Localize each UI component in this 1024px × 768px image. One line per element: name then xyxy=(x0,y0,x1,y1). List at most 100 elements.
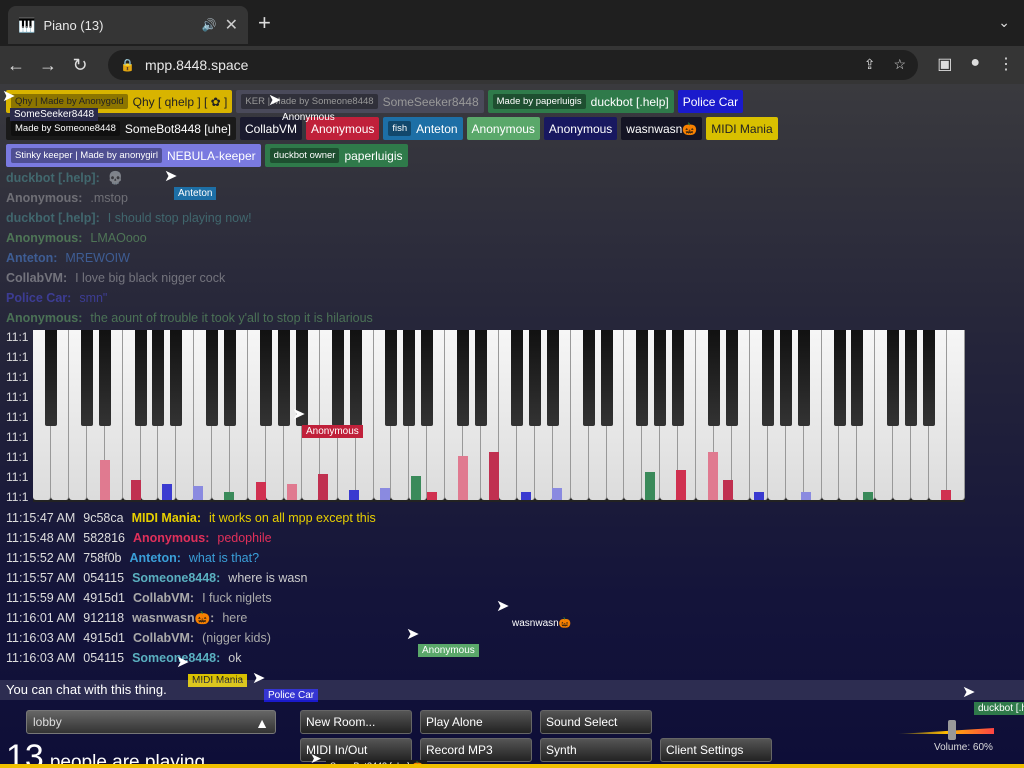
user-badge[interactable]: Anonymous xyxy=(466,117,540,140)
chat-nick: CollabVM: xyxy=(6,271,68,285)
black-key[interactable] xyxy=(708,330,721,426)
user-badge[interactable]: duckbot owner paperluigis xyxy=(264,144,408,167)
sidebar-icon[interactable]: ▣ xyxy=(937,54,952,74)
speaker-icon[interactable]: 🔊 xyxy=(202,18,217,32)
black-key[interactable] xyxy=(80,330,93,426)
chat-nick: Anteton: xyxy=(129,551,181,565)
user-name: duckbot [.help] xyxy=(590,94,669,109)
black-key[interactable] xyxy=(44,330,57,426)
user-badge[interactable]: Police Car xyxy=(677,90,744,113)
note-indicator xyxy=(754,492,765,500)
user-badge[interactable]: wasnwasn🎃 xyxy=(621,117,703,140)
user-row: Stinky keeper | Made by anonygirl NEBULA-… xyxy=(6,144,1016,167)
browser-tab[interactable]: 🎹 Piano (13) 🔊 ✕ xyxy=(8,6,248,44)
profile-icon[interactable]: ● xyxy=(970,54,980,74)
forward-icon[interactable]: → xyxy=(32,55,64,76)
chat-message: duckbot [.help]: 💀 xyxy=(6,168,1006,188)
black-key[interactable] xyxy=(260,330,272,426)
note-indicator xyxy=(411,476,422,500)
black-key[interactable] xyxy=(887,330,900,426)
volume-slider[interactable]: Volume: 60% xyxy=(898,720,998,754)
black-key[interactable] xyxy=(385,330,398,426)
volume-knob[interactable] xyxy=(948,720,956,740)
lock-icon[interactable]: 🔒 xyxy=(120,58,135,72)
cursor-icon: ➤ xyxy=(2,88,16,105)
user-badge[interactable]: Anonymous xyxy=(543,117,618,140)
black-key[interactable] xyxy=(582,330,595,426)
black-key[interactable] xyxy=(528,330,541,426)
chat-message: Anteton: MREWOIW xyxy=(6,248,1006,268)
chat-nick: Anonymous: xyxy=(6,311,83,325)
black-key[interactable] xyxy=(636,330,649,426)
note-indicator xyxy=(458,456,469,500)
sound-select-button[interactable]: Sound Select xyxy=(540,710,652,734)
user-badge[interactable]: fish Anteton xyxy=(383,117,463,140)
chat-text: I fuck niglets xyxy=(202,591,272,605)
black-key[interactable] xyxy=(349,330,362,426)
play-alone-button[interactable]: Play Alone xyxy=(420,710,532,734)
star-icon[interactable]: ☆ xyxy=(893,56,906,73)
obscured-time: 11:1 xyxy=(6,430,29,444)
new-room-button[interactable]: New Room... xyxy=(300,710,412,734)
black-key[interactable] xyxy=(600,330,613,426)
cursor-icon: ➤ xyxy=(292,406,306,423)
chevron-down-icon[interactable]: ⌄ xyxy=(998,14,1010,31)
black-key[interactable] xyxy=(726,330,738,426)
share-icon[interactable]: ⇪ xyxy=(864,56,876,73)
reload-icon[interactable]: ↻ xyxy=(64,55,96,76)
black-key[interactable] xyxy=(457,330,470,426)
cursor-label: Anonymous xyxy=(418,644,479,657)
cursor-label: Anteton xyxy=(174,187,217,200)
black-key[interactable] xyxy=(475,330,488,426)
black-key[interactable] xyxy=(797,330,810,426)
black-key[interactable] xyxy=(134,330,147,426)
black-key[interactable] xyxy=(152,330,165,426)
black-key[interactable] xyxy=(833,330,846,426)
user-badge[interactable]: Stinky keeper | Made by anonygirl NEBULA-… xyxy=(6,144,261,167)
user-name: wasnwasn🎃 xyxy=(626,121,698,136)
chat-input[interactable]: You can chat with this thing. xyxy=(0,680,1024,700)
black-key[interactable] xyxy=(761,330,774,426)
black-key[interactable] xyxy=(905,330,918,426)
chat-nick: Police Car: xyxy=(6,291,72,305)
new-tab-icon[interactable]: + xyxy=(258,12,271,34)
back-icon[interactable]: ← xyxy=(0,55,32,76)
client-settings-button[interactable]: Client Settings xyxy=(660,738,772,762)
user-badge[interactable]: MIDI Mania xyxy=(706,117,778,140)
black-key[interactable] xyxy=(331,330,344,426)
chat-text: MREWOIW xyxy=(65,251,130,265)
triangle-up-icon[interactable]: ▲ xyxy=(255,712,269,734)
menu-icon[interactable]: ⋮ xyxy=(998,54,1014,74)
user-name: MIDI Mania xyxy=(711,121,773,136)
room-selector[interactable]: lobby ▲ xyxy=(26,710,276,734)
black-key[interactable] xyxy=(672,330,685,426)
white-key[interactable] xyxy=(947,330,965,500)
black-key[interactable] xyxy=(206,330,219,426)
black-key[interactable] xyxy=(654,330,667,426)
black-key[interactable] xyxy=(779,330,792,426)
black-key[interactable] xyxy=(277,330,290,426)
synth-button[interactable]: Synth xyxy=(540,738,652,762)
close-icon[interactable]: ✕ xyxy=(225,15,238,35)
piano-keyboard[interactable] xyxy=(33,330,965,502)
black-key[interactable] xyxy=(546,330,559,426)
cursor-icon: ➤ xyxy=(164,168,178,185)
url-field[interactable]: 🔒 mpp.8448.space ⇪ ☆ xyxy=(108,50,918,80)
user-name: NEBULA-keeper xyxy=(166,148,256,163)
black-key[interactable] xyxy=(851,330,864,426)
note-indicator xyxy=(520,492,531,500)
black-key[interactable] xyxy=(421,330,434,426)
black-key[interactable] xyxy=(403,330,416,426)
user-badge[interactable]: Made by paperluigis duckbot [.help] xyxy=(487,90,674,113)
black-key[interactable] xyxy=(923,330,936,426)
black-key[interactable] xyxy=(98,330,111,426)
chat-text: here xyxy=(222,611,248,625)
record-mp3-button[interactable]: Record MP3 xyxy=(420,738,532,762)
black-key[interactable] xyxy=(170,330,183,426)
address-bar: ← → ↻ 🔒 mpp.8448.space ⇪ ☆ ▣ ● ⋮ xyxy=(0,46,1024,84)
black-key[interactable] xyxy=(224,330,237,426)
note-indicator xyxy=(427,492,438,500)
note-indicator xyxy=(707,452,718,500)
cursor-label: SomeSeeker8448 xyxy=(10,108,99,121)
black-key[interactable] xyxy=(510,330,523,426)
